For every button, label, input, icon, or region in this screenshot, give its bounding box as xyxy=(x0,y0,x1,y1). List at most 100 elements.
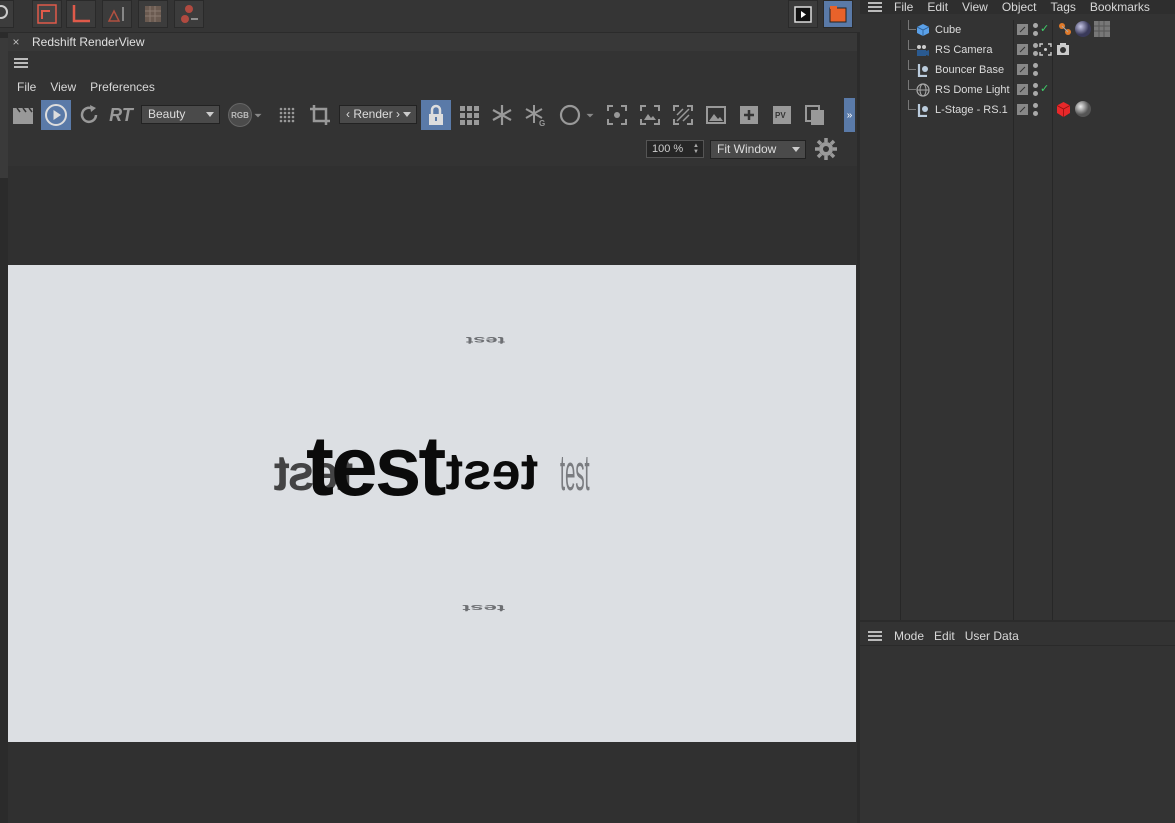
double-chevron-right-icon: » xyxy=(846,109,853,121)
generator-button[interactable] xyxy=(102,0,132,28)
chevron-down-icon xyxy=(403,112,411,117)
fit-mode-dropdown[interactable]: Fit Window xyxy=(710,140,806,159)
edit-toggle-icon[interactable] xyxy=(1017,24,1028,35)
region-picture-button[interactable] xyxy=(635,100,665,130)
visibility-dots-icon[interactable] xyxy=(1033,103,1038,117)
spline-corner-icon xyxy=(72,5,90,23)
clapper-icon xyxy=(794,6,812,23)
bucket-grid-button[interactable] xyxy=(454,100,484,130)
circle-dropdown-arrow[interactable] xyxy=(583,100,597,130)
nodes-tag-icon[interactable] xyxy=(1058,22,1072,36)
spinner-arrows-icon[interactable]: ▲ ▼ xyxy=(693,143,699,155)
crop-region-button[interactable] xyxy=(305,100,335,130)
add-snapshot-button[interactable] xyxy=(734,100,764,130)
start-render-button[interactable] xyxy=(41,100,71,130)
render-clapper-button[interactable] xyxy=(8,100,38,130)
texture-tag-icon[interactable] xyxy=(1093,20,1111,38)
edit-toggle-icon[interactable] xyxy=(1017,104,1028,115)
om-menu-edit[interactable]: Edit xyxy=(927,0,948,14)
perspective-text-right: test xyxy=(560,446,590,502)
redshift-object-tag-icon[interactable] xyxy=(1055,101,1072,118)
lock-button[interactable] xyxy=(421,100,451,130)
object-row-rs-dome-light[interactable]: RS Dome Light ✓ xyxy=(900,80,1175,100)
play-circle-icon xyxy=(45,104,67,126)
chevron-down-icon xyxy=(254,113,262,118)
rgb-dropdown-arrow[interactable] xyxy=(251,100,265,130)
rgb-channel-button[interactable]: RGB xyxy=(228,103,252,127)
render-view-zoom-row: 100 % ▲ ▼ Fit Window xyxy=(8,132,857,166)
deformer-button[interactable] xyxy=(138,0,168,28)
enabled-check-icon[interactable]: ✓ xyxy=(1040,22,1049,35)
material-sphere-icon[interactable] xyxy=(1074,100,1092,118)
freeze-button[interactable] xyxy=(487,100,517,130)
panel-title: Redshift RenderView xyxy=(32,35,145,49)
more-tools-button[interactable]: » xyxy=(844,98,855,132)
render-canvas[interactable]: test test test test test test xyxy=(8,265,856,742)
render-view-panel: × Redshift RenderView File View Preferen… xyxy=(8,33,857,823)
add-picture-icon xyxy=(740,106,758,124)
om-menu-file[interactable]: File xyxy=(894,0,913,14)
visibility-dots-icon[interactable] xyxy=(1033,83,1038,97)
object-row-cube[interactable]: Cube ✓ xyxy=(900,20,1175,40)
circle-button[interactable] xyxy=(555,100,585,130)
object-row-rs-camera[interactable]: RS Camera xyxy=(900,40,1175,60)
object-tree: Cube ✓ RS Camera Bouncer Base RS Dome Li… xyxy=(900,20,1175,620)
light-icon xyxy=(917,104,928,117)
hamburger-menu-icon[interactable] xyxy=(868,2,882,12)
zoom-value: 100 % xyxy=(652,143,684,155)
visibility-dots-icon[interactable] xyxy=(1033,23,1038,37)
visibility-dots-icon[interactable] xyxy=(1033,63,1038,77)
zoom-field[interactable]: 100 % ▲ ▼ xyxy=(646,140,704,158)
hamburger-menu-icon[interactable] xyxy=(868,630,882,641)
tree-connector xyxy=(908,100,916,110)
copy-icon xyxy=(805,105,824,125)
edit-toggle-icon[interactable] xyxy=(1017,44,1028,55)
picture-viewer-button[interactable]: PV xyxy=(767,100,797,130)
aov-dropdown[interactable]: Beauty xyxy=(141,105,220,124)
edit-toggle-icon[interactable] xyxy=(1017,64,1028,75)
target-tag-icon[interactable] xyxy=(1039,43,1052,56)
visibility-dots-icon[interactable] xyxy=(1033,43,1038,57)
spline-pen-button[interactable] xyxy=(32,0,62,28)
spline-button[interactable] xyxy=(66,0,96,28)
settings-button[interactable] xyxy=(811,134,841,164)
om-menu-object[interactable]: Object xyxy=(1002,0,1037,14)
menu-view[interactable]: View xyxy=(50,80,76,94)
render-view-button[interactable] xyxy=(788,0,818,28)
menu-preferences[interactable]: Preferences xyxy=(90,80,155,94)
chevron-down-icon xyxy=(586,113,594,118)
material-sphere-icon[interactable] xyxy=(1074,20,1092,38)
enabled-check-icon[interactable]: ✓ xyxy=(1040,82,1049,95)
svg-text:PV: PV xyxy=(775,111,786,120)
refresh-button[interactable] xyxy=(74,100,104,130)
am-menu-mode[interactable]: Mode xyxy=(894,629,924,643)
scene-button[interactable] xyxy=(174,0,204,28)
render-to-po-button[interactable] xyxy=(823,0,853,28)
om-menu-view[interactable]: View xyxy=(962,0,988,14)
focus-button[interactable] xyxy=(602,100,632,130)
om-menu-bookmarks[interactable]: Bookmarks xyxy=(1090,0,1150,14)
reflected-text-top: test xyxy=(465,335,505,346)
region-hatch-button[interactable] xyxy=(668,100,698,130)
checker-grid-icon xyxy=(145,6,161,22)
render-folder-icon xyxy=(829,6,847,23)
am-menu-edit[interactable]: Edit xyxy=(934,629,955,643)
edit-toggle-icon[interactable] xyxy=(1017,84,1028,95)
object-row-bouncer-base[interactable]: Bouncer Base xyxy=(900,60,1175,80)
cloner-button[interactable] xyxy=(0,0,14,28)
hamburger-menu-icon[interactable] xyxy=(14,58,28,68)
menu-file[interactable]: File xyxy=(17,80,36,94)
dither-button[interactable] xyxy=(272,100,302,130)
snapshot-button[interactable] xyxy=(701,100,731,130)
om-menu-tags[interactable]: Tags xyxy=(1051,0,1076,14)
camera-tag-icon[interactable] xyxy=(1056,42,1070,56)
render-view-menubar: File View Preferences xyxy=(8,76,857,98)
freeze-geometry-button[interactable]: G xyxy=(520,100,550,130)
copy-button[interactable] xyxy=(800,100,830,130)
object-row-l-stage[interactable]: L-Stage - RS.1 xyxy=(900,100,1175,120)
close-icon[interactable]: × xyxy=(8,35,24,49)
rt-button[interactable]: RT xyxy=(106,100,136,130)
am-menu-user-data[interactable]: User Data xyxy=(965,629,1019,643)
render-view-hamburger-row xyxy=(8,51,857,76)
render-mode-dropdown[interactable]: ‹ Render › xyxy=(339,105,417,124)
